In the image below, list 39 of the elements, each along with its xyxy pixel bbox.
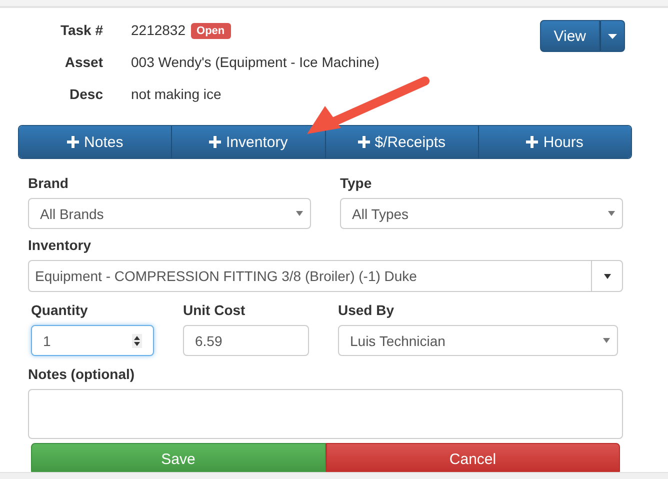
input-field[interactable]: 6.59: [183, 325, 309, 356]
notes-field[interactable]: [28, 389, 623, 439]
field-label: Used By: [338, 302, 396, 319]
save-button[interactable]: Save: [31, 443, 326, 475]
add-tab-button[interactable]: Notes: [19, 126, 172, 158]
select-field[interactable]: Equipment - COMPRESSION FITTING 3/8 (Broiler) (-1) Duke: [28, 260, 623, 292]
select-field[interactable]: All Brands: [28, 198, 311, 229]
field-label: Asset: [64, 54, 103, 71]
view-button[interactable]: View: [540, 20, 600, 52]
plus-icon: [526, 136, 538, 148]
select-field[interactable]: Luis Technician: [338, 325, 618, 356]
caret-icon: [604, 274, 610, 278]
plus-icon: [358, 136, 370, 148]
field-label: Desc: [68, 86, 103, 103]
field-label: Task #: [59, 22, 103, 39]
plus-icon: [67, 136, 80, 148]
caret-icon: [608, 34, 617, 38]
field-label: Type: [340, 175, 373, 192]
add-tab-button[interactable]: Inventory: [172, 126, 326, 158]
cancel-button[interactable]: Cancel: [326, 443, 620, 475]
field-label: Inventory: [28, 237, 92, 254]
plus-icon: [209, 136, 222, 148]
field-value: not making ice: [131, 86, 222, 103]
add-tab-button[interactable]: Hours: [478, 126, 631, 158]
status-badge: Open: [190, 22, 231, 38]
field-label: Brand: [28, 175, 70, 192]
field-label: Quantity: [31, 302, 89, 319]
field-label: Notes (optional): [28, 366, 136, 383]
caret-icon: [296, 211, 303, 216]
caret-icon: [608, 211, 615, 216]
number-field[interactable]: 1: [31, 325, 154, 356]
add-tab-button[interactable]: $/Receipts: [326, 126, 479, 158]
dropdown-toggle[interactable]: [600, 20, 625, 52]
select-field[interactable]: All Types: [340, 198, 623, 229]
field-value: 2212832: [131, 22, 186, 39]
spinner-icon: [132, 334, 142, 348]
field-label: Unit Cost: [183, 302, 246, 319]
field-value: 003 Wendy's (Equipment - Ice Machine): [131, 54, 380, 71]
caret-icon: [603, 338, 610, 343]
